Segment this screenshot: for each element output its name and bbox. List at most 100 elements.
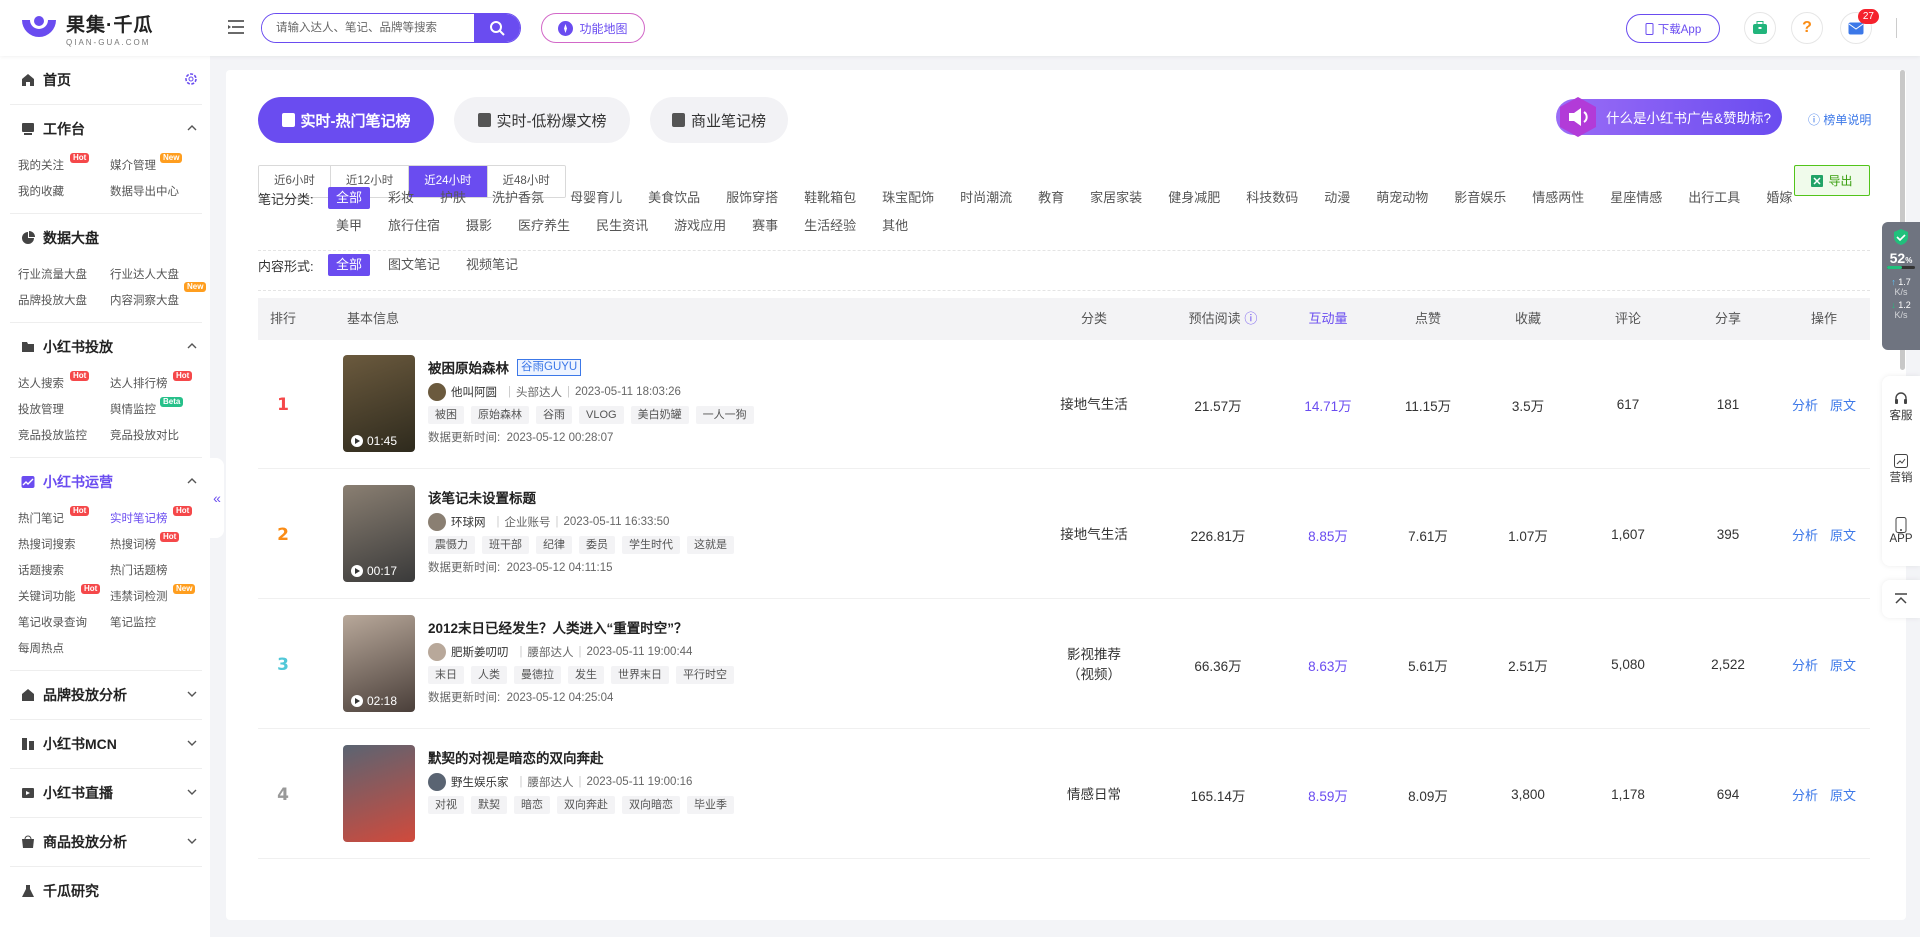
message-button[interactable]: 27 bbox=[1840, 9, 1879, 44]
sidebar-item[interactable]: 关键词功能 Hot bbox=[18, 584, 110, 610]
col-share[interactable]: 分享 bbox=[1678, 298, 1778, 340]
keyword-tag[interactable]: 被困 bbox=[428, 406, 464, 424]
keyword-tag[interactable]: 双向奔赴 bbox=[557, 796, 615, 814]
sidebar-item[interactable]: 热搜词榜 Hot bbox=[110, 532, 202, 558]
category-chip[interactable]: 珠宝配饰 bbox=[874, 187, 942, 209]
avatar[interactable] bbox=[428, 513, 446, 531]
category-chip[interactable]: 影音娱乐 bbox=[1446, 187, 1514, 209]
category-chip[interactable]: 彩妆 bbox=[380, 187, 422, 209]
keyword-tag[interactable]: 末日 bbox=[428, 666, 464, 684]
col-collect[interactable]: 收藏 bbox=[1478, 298, 1578, 340]
category-chip[interactable]: 家居家装 bbox=[1082, 187, 1150, 209]
category-chip[interactable]: 美甲 bbox=[328, 215, 370, 237]
note-title[interactable]: 该笔记未设置标题 bbox=[428, 487, 948, 507]
note-thumbnail[interactable] bbox=[343, 745, 415, 842]
col-like[interactable]: 点赞 bbox=[1378, 298, 1478, 340]
sidebar-section-brand-analysis[interactable]: 品牌投放分析 bbox=[10, 671, 202, 719]
original-link[interactable]: 原文 bbox=[1830, 525, 1856, 544]
author-name[interactable]: 野生娱乐家 bbox=[451, 774, 509, 790]
brand-tag[interactable]: 谷雨GUYU bbox=[517, 358, 582, 376]
analyze-link[interactable]: 分析 bbox=[1792, 655, 1818, 674]
analyze-link[interactable]: 分析 bbox=[1792, 525, 1818, 544]
category-chip[interactable]: 护肤 bbox=[432, 187, 474, 209]
sidebar-item-favorites[interactable]: 我的收藏 bbox=[18, 179, 110, 205]
category-chip[interactable]: 服饰穿搭 bbox=[718, 187, 786, 209]
sidebar-item[interactable]: 品牌投放大盘 bbox=[18, 288, 110, 314]
note-thumbnail[interactable]: 00:17 bbox=[343, 485, 415, 582]
keyword-tag[interactable]: 这就是 bbox=[687, 536, 734, 554]
sidebar-item[interactable]: 达人搜索 Hot bbox=[18, 371, 110, 397]
gift-button[interactable] bbox=[1744, 12, 1776, 44]
sidebar-section-research[interactable]: 千瓜研究 bbox=[10, 867, 202, 915]
function-map-button[interactable]: 功能地图 bbox=[541, 13, 645, 43]
avatar[interactable] bbox=[428, 643, 446, 661]
sidebar-collapse-button[interactable]: « bbox=[210, 458, 224, 538]
menu-toggle-icon[interactable] bbox=[226, 17, 246, 37]
category-chip[interactable]: 医疗养生 bbox=[510, 215, 578, 237]
back-to-top-button[interactable] bbox=[1882, 580, 1920, 618]
sidebar-item-home[interactable]: 首页 bbox=[10, 56, 202, 104]
col-comment[interactable]: 评论 bbox=[1578, 298, 1678, 340]
tab-low-fans[interactable]: 实时-低粉爆文榜 bbox=[454, 97, 630, 143]
rank-rules-link[interactable]: ⓘ 榜单说明 bbox=[1808, 111, 1871, 128]
category-chip[interactable]: 情感两性 bbox=[1524, 187, 1592, 209]
keyword-tag[interactable]: 对视 bbox=[428, 796, 464, 814]
sidebar-item-media[interactable]: 媒介管理 New bbox=[110, 153, 202, 179]
keyword-tag[interactable]: 暗恋 bbox=[514, 796, 550, 814]
sidebar-section-header[interactable]: 工作台 bbox=[10, 105, 202, 153]
note-thumbnail[interactable]: 01:45 bbox=[343, 355, 415, 452]
sidebar-section-goods[interactable]: 商品投放分析 bbox=[10, 818, 202, 866]
keyword-tag[interactable]: 谷雨 bbox=[536, 406, 572, 424]
note-title[interactable]: 2012末日已经发生？人类进入“重置时空”？ bbox=[428, 617, 948, 637]
category-chip[interactable]: 鞋靴箱包 bbox=[796, 187, 864, 209]
keyword-tag[interactable]: 纪律 bbox=[536, 536, 572, 554]
keyword-tag[interactable]: VLOG bbox=[579, 406, 624, 424]
ad-sponsor-banner[interactable]: 什么是小红书广告&赞助标? bbox=[1556, 97, 1782, 137]
category-chip[interactable]: 游戏应用 bbox=[666, 215, 734, 237]
sidebar-item[interactable]: 笔记监控 bbox=[110, 610, 202, 636]
sidebar-item[interactable]: 行业流量大盘 bbox=[18, 262, 110, 288]
search-input[interactable] bbox=[262, 14, 474, 42]
app-button[interactable]: APP bbox=[1882, 500, 1920, 562]
category-chip[interactable]: 其他 bbox=[874, 215, 916, 237]
category-chip[interactable]: 教育 bbox=[1030, 187, 1072, 209]
category-chip[interactable]: 美食饮品 bbox=[640, 187, 708, 209]
col-interaction[interactable]: 互动量 bbox=[1278, 298, 1378, 340]
category-chip[interactable]: 全部 bbox=[328, 187, 371, 209]
table-row[interactable]: 1 01:45 被困原始森林 谷雨GUYU 他叫阿圆 | 头部达人 | 2023-05… bbox=[258, 340, 1870, 469]
keyword-tag[interactable]: 原始森林 bbox=[471, 406, 529, 424]
keyword-tag[interactable]: 毕业季 bbox=[687, 796, 734, 814]
sidebar-item[interactable]: 竞品投放对比 bbox=[110, 423, 202, 449]
category-chip[interactable]: 母婴育儿 bbox=[562, 187, 630, 209]
sidebar-item-realtime-rank[interactable]: 实时笔记榜 Hot bbox=[110, 506, 202, 532]
author-name[interactable]: 肥斯姜叨叨 bbox=[451, 644, 509, 660]
format-chip[interactable]: 视频笔记 bbox=[458, 254, 526, 276]
keyword-tag[interactable]: 双向暗恋 bbox=[622, 796, 680, 814]
analyze-link[interactable]: 分析 bbox=[1792, 785, 1818, 804]
sidebar-item[interactable]: 投放管理 bbox=[18, 397, 110, 423]
sidebar-item[interactable]: 热搜词搜索 bbox=[18, 532, 110, 558]
analyze-link[interactable]: 分析 bbox=[1792, 395, 1818, 414]
sidebar-item[interactable]: 话题搜索 bbox=[18, 558, 110, 584]
category-chip[interactable]: 星座情感 bbox=[1602, 187, 1670, 209]
sidebar-section-header[interactable]: 小红书投放 bbox=[10, 323, 202, 371]
search-button[interactable] bbox=[474, 14, 520, 42]
sidebar-section-header[interactable]: 小红书运营 bbox=[10, 458, 202, 506]
note-thumbnail[interactable]: 02:18 bbox=[343, 615, 415, 712]
category-chip[interactable]: 动漫 bbox=[1316, 187, 1358, 209]
sidebar-item[interactable]: 每周热点 bbox=[18, 636, 110, 662]
help-button[interactable]: ? bbox=[1791, 12, 1823, 44]
author-name[interactable]: 他叫阿圆 bbox=[451, 384, 497, 400]
keyword-tag[interactable]: 班干部 bbox=[482, 536, 529, 554]
sidebar-section-mcn[interactable]: 小红书MCN bbox=[10, 720, 202, 768]
sidebar-item-export-center[interactable]: 数据导出中心 bbox=[110, 179, 202, 205]
settings-icon[interactable] bbox=[184, 72, 198, 86]
original-link[interactable]: 原文 bbox=[1830, 655, 1856, 674]
keyword-tag[interactable]: 发生 bbox=[568, 666, 604, 684]
sidebar-section-live[interactable]: 小红书直播 bbox=[10, 769, 202, 817]
category-chip[interactable]: 民生资讯 bbox=[588, 215, 656, 237]
keyword-tag[interactable]: 美白奶罐 bbox=[630, 406, 689, 424]
sidebar-item[interactable]: 竞品投放监控 bbox=[18, 423, 110, 449]
keyword-tag[interactable]: 默契 bbox=[471, 796, 507, 814]
table-row[interactable]: 2 00:17 该笔记未设置标题 环球网 | 企业账号 | 2023-05-11 1… bbox=[258, 470, 1870, 599]
